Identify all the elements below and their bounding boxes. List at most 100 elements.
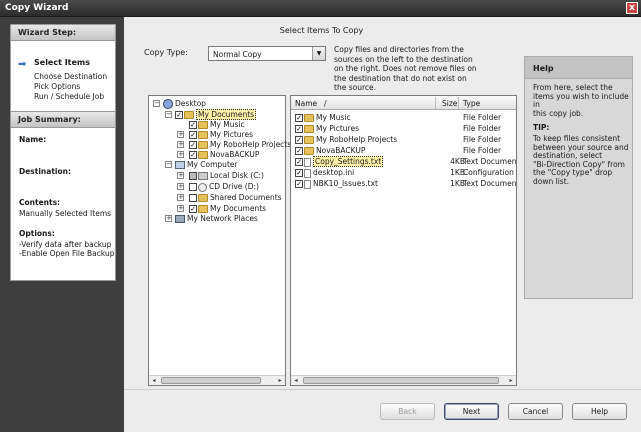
tree-item-desktop[interactable]: − Desktop <box>153 99 206 109</box>
checkbox[interactable] <box>189 194 197 202</box>
tree-label: NovaBACKUP <box>210 150 260 159</box>
expand-icon[interactable]: + <box>177 205 184 212</box>
list-horizontal-scrollbar[interactable]: ◂ ▸ <box>291 375 516 385</box>
computer-icon <box>175 161 185 169</box>
destination-label: Destination: <box>19 167 71 176</box>
expand-icon[interactable]: + <box>177 141 184 148</box>
main-area: Select Items To Copy Copy Type: Normal C… <box>124 17 641 432</box>
step-run-schedule-job: Run / Schedule Job <box>34 92 105 101</box>
checkbox[interactable]: ✓ <box>295 136 303 144</box>
cancel-button[interactable]: Cancel <box>508 403 563 420</box>
description-line: Copy files and directories from the <box>334 45 464 54</box>
checkbox[interactable]: ✓ <box>175 111 183 119</box>
list-item[interactable]: ✓ Copy_Settings.txt 4KB Text Document <box>295 156 517 168</box>
close-icon[interactable]: x <box>626 2 638 14</box>
checkbox[interactable]: ✓ <box>189 141 197 149</box>
tree-item-shared-documents[interactable]: + Shared Documents <box>177 193 282 203</box>
back-button[interactable]: Back <box>380 403 435 420</box>
column-type[interactable]: Type <box>463 99 480 108</box>
expand-icon[interactable]: + <box>177 194 184 201</box>
next-button[interactable]: Next <box>444 403 499 420</box>
checkbox[interactable]: ✓ <box>189 121 197 129</box>
tree-item-local-disk-c[interactable]: + Local Disk (C:) <box>177 171 264 181</box>
scroll-thumb[interactable] <box>161 377 261 384</box>
text-file-icon <box>304 179 311 189</box>
text-file-icon <box>304 157 311 167</box>
file-list[interactable]: Name / Size Type ✓ My Music File Folder ✓… <box>290 95 517 386</box>
copy-type-description: Copy files and directories from the sour… <box>334 45 514 93</box>
list-item[interactable]: ✓ My RoboHelp Projects File Folder <box>295 135 515 146</box>
help-panel: Help From here, select the items you wis… <box>524 56 633 299</box>
tree-item-my-documents[interactable]: − ✓ My Documents <box>165 109 257 120</box>
tree-item-my-network-places[interactable]: + My Network Places <box>165 214 258 224</box>
desktop-icon <box>163 99 173 109</box>
contents-value: Manually Selected Items <box>19 209 112 218</box>
collapse-icon[interactable]: − <box>165 161 172 168</box>
scroll-thumb[interactable] <box>303 377 499 384</box>
checkbox[interactable]: ✓ <box>295 180 303 188</box>
column-name[interactable]: Name <box>295 99 317 108</box>
copy-type-value: Normal Copy <box>213 50 262 59</box>
list-item[interactable]: ✓ My Music File Folder <box>295 113 515 124</box>
wizard-step-header: Wizard Step: <box>11 25 115 41</box>
file-list-header: Name / Size Type <box>291 96 516 110</box>
expand-icon[interactable]: + <box>177 131 184 138</box>
title-bar: Copy Wizard x <box>0 0 641 17</box>
description-line: on the right. Does not remove files on <box>334 64 477 73</box>
tree-item-my-documents-2[interactable]: + ✓ My Documents <box>177 204 266 214</box>
expand-icon[interactable]: + <box>177 172 184 179</box>
settings-file-icon <box>304 168 311 178</box>
expand-icon[interactable]: + <box>177 151 184 158</box>
tree-item-my-robohelp-projects[interactable]: + ✓ My RoboHelp Projects <box>177 140 291 150</box>
scroll-right-icon[interactable]: ▸ <box>275 376 285 385</box>
tree-item-my-computer[interactable]: − My Computer <box>165 160 238 170</box>
checkbox[interactable]: ✓ <box>189 205 197 213</box>
folder-icon <box>198 151 208 159</box>
help-line: this copy job. <box>533 108 584 118</box>
source-tree[interactable]: − Desktop − ✓ My Documents ✓ My Music + ✓ M… <box>148 95 291 386</box>
help-title: Help <box>525 57 632 79</box>
tree-item-novabackup[interactable]: + ✓ NovaBACKUP <box>177 150 259 160</box>
tree-label: My Documents <box>196 109 257 120</box>
wizard-sidebar: Wizard Step: ➡ Select Items Choose Desti… <box>0 17 124 432</box>
checkbox[interactable]: ✓ <box>295 147 303 155</box>
option-item: -Enable Open File Backup <box>19 249 115 258</box>
list-item[interactable]: ✓ My Pictures File Folder <box>295 124 515 135</box>
current-step-arrow-icon: ➡ <box>18 59 27 70</box>
collapse-icon[interactable]: − <box>165 111 172 118</box>
column-size[interactable]: Size <box>442 99 457 108</box>
tree-item-my-pictures[interactable]: + ✓ My Pictures <box>177 130 253 140</box>
copy-type-dropdown[interactable]: Normal Copy ▼ <box>208 46 326 61</box>
description-line: the source. <box>334 83 376 92</box>
description-line: sources on the left to the destination <box>334 54 473 64</box>
help-button[interactable]: Help <box>572 403 627 420</box>
step-pick-options: Pick Options <box>34 82 81 91</box>
collapse-icon[interactable]: − <box>153 100 160 107</box>
expand-icon[interactable]: + <box>177 183 184 190</box>
chevron-down-icon[interactable]: ▼ <box>312 47 325 60</box>
list-item[interactable]: ✓ desktop.ini 1KB Configuration S <box>295 168 517 179</box>
folder-icon <box>304 114 314 122</box>
scroll-left-icon[interactable]: ◂ <box>291 376 301 385</box>
checkbox[interactable]: ✓ <box>189 151 197 159</box>
scroll-right-icon[interactable]: ▸ <box>506 376 516 385</box>
checkbox[interactable]: ✓ <box>295 158 303 166</box>
checkbox[interactable]: ✓ <box>295 169 303 177</box>
expand-icon[interactable]: + <box>165 215 172 222</box>
cd-drive-icon <box>198 182 207 192</box>
tree-item-my-music[interactable]: ✓ My Music <box>189 120 245 130</box>
file-type: File Folder <box>463 146 502 155</box>
checkbox[interactable] <box>189 183 197 191</box>
checkbox[interactable]: ✓ <box>295 125 303 133</box>
file-name: NovaBACKUP <box>316 146 366 155</box>
file-name: Copy_Settings.txt <box>313 156 384 167</box>
folder-icon <box>198 205 208 213</box>
tree-label: My RoboHelp Projects <box>210 140 292 149</box>
checkbox-partial[interactable] <box>189 172 197 180</box>
tree-item-cd-drive-d[interactable]: + CD Drive (D:) <box>177 182 259 192</box>
tree-horizontal-scrollbar[interactable]: ◂ ▸ <box>149 375 285 385</box>
checkbox[interactable]: ✓ <box>295 114 303 122</box>
checkbox[interactable]: ✓ <box>189 131 197 139</box>
list-item[interactable]: ✓ NBK10_Issues.txt 1KB Text Document <box>295 179 517 190</box>
scroll-left-icon[interactable]: ◂ <box>149 376 159 385</box>
